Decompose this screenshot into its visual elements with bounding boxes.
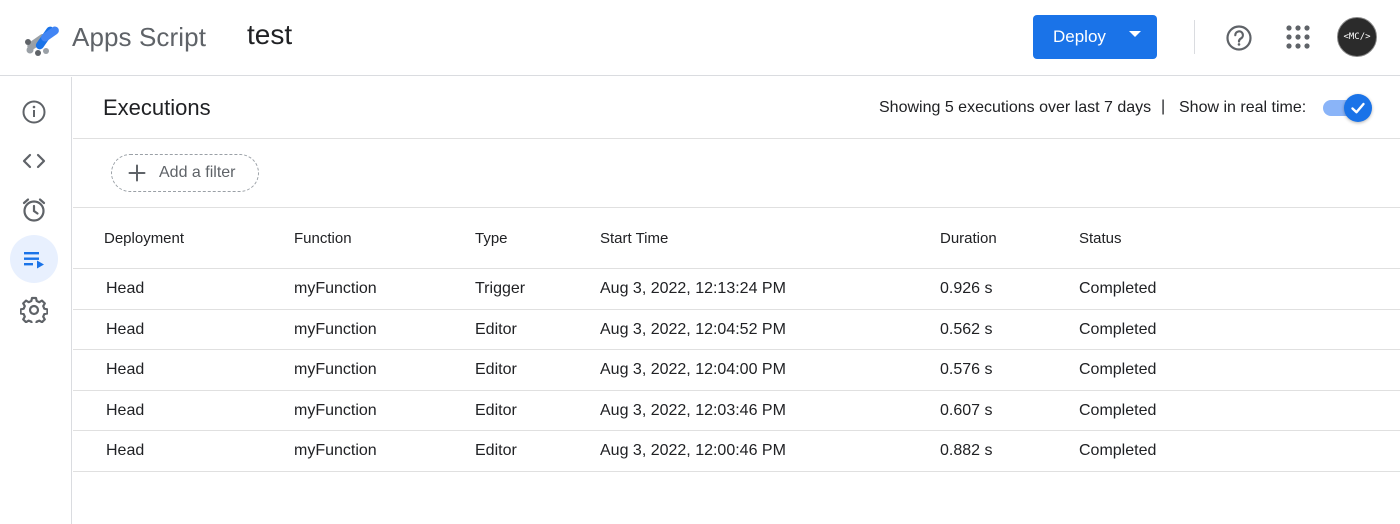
realtime-label: Show in real time:: [1179, 99, 1307, 116]
plus-icon: [128, 164, 146, 182]
table-header: Deployment Function Type Start Time Dura…: [73, 208, 1400, 269]
cell-deployment: Head: [106, 361, 145, 378]
filter-bar: Add a filter: [73, 139, 1400, 208]
table-row[interactable]: Head myFunction Editor Aug 3, 2022, 12:0…: [73, 431, 1400, 472]
cell-start-time: Aug 3, 2022, 12:03:46 PM: [600, 401, 786, 419]
column-header-duration[interactable]: Duration: [940, 230, 997, 247]
toggle-knob: [1344, 94, 1372, 122]
cell-status: Completed: [1079, 442, 1157, 459]
cell-type: Editor: [475, 401, 517, 419]
cell-start-time: Aug 3, 2022, 12:13:24 PM: [600, 280, 786, 297]
rail-item-settings[interactable]: [10, 285, 58, 333]
cell-function: myFunction: [294, 361, 377, 378]
info-icon: [22, 100, 46, 124]
check-icon: [1351, 102, 1365, 114]
left-nav-rail: [0, 77, 72, 524]
rail-item-executions[interactable]: [10, 235, 58, 283]
cell-start-time: Aug 3, 2022, 12:04:52 PM: [600, 320, 786, 338]
deploy-button-label: Deploy: [1053, 27, 1106, 46]
cell-function: myFunction: [294, 401, 377, 419]
chevron-down-icon: [1129, 31, 1141, 37]
executions-table: Deployment Function Type Start Time Dura…: [73, 208, 1400, 472]
cell-status: Completed: [1079, 320, 1157, 338]
code-icon: [22, 153, 46, 169]
project-name[interactable]: test: [247, 19, 292, 51]
app-name: Apps Script: [72, 22, 207, 52]
realtime-toggle[interactable]: [1323, 94, 1373, 122]
cell-type: Editor: [475, 442, 517, 459]
cell-type: Trigger: [475, 280, 526, 297]
cell-function: myFunction: [294, 442, 377, 459]
top-app-bar: Apps Script test Deploy <MC/>: [0, 0, 1400, 76]
cell-status: Completed: [1079, 361, 1157, 378]
column-header-start-time[interactable]: Start Time: [600, 230, 668, 247]
column-header-status[interactable]: Status: [1079, 230, 1122, 247]
cell-status: Completed: [1079, 280, 1157, 297]
column-header-type[interactable]: Type: [475, 230, 508, 247]
add-filter-button[interactable]: Add a filter: [111, 154, 259, 192]
deploy-button[interactable]: Deploy: [1033, 15, 1157, 59]
add-filter-label: Add a filter: [159, 164, 236, 181]
apps-script-logo-icon: [22, 16, 66, 56]
table-row[interactable]: Head myFunction Editor Aug 3, 2022, 12:0…: [73, 391, 1400, 431]
cell-duration: 0.562 s: [940, 320, 993, 338]
cell-deployment: Head: [106, 320, 145, 338]
account-avatar[interactable]: <MC/>: [1337, 17, 1377, 57]
rail-item-overview[interactable]: [10, 88, 58, 136]
cell-start-time: Aug 3, 2022, 12:04:00 PM: [600, 361, 786, 378]
rail-item-triggers[interactable]: [10, 186, 58, 234]
help-icon[interactable]: [1224, 23, 1254, 53]
cell-deployment: Head: [106, 401, 145, 419]
divider: [1194, 20, 1195, 54]
cell-type: Editor: [475, 320, 517, 338]
cell-start-time: Aug 3, 2022, 12:00:46 PM: [600, 442, 786, 459]
page-title: Executions: [103, 95, 211, 120]
executions-panel: Executions Showing 5 executions over las…: [73, 77, 1400, 524]
cell-duration: 0.926 s: [940, 280, 993, 297]
page-header: Executions Showing 5 executions over las…: [73, 77, 1400, 139]
cell-type: Editor: [475, 361, 517, 378]
table-row[interactable]: Head myFunction Editor Aug 3, 2022, 12:0…: [73, 310, 1400, 350]
executions-summary: Showing 5 executions over last 7 days: [879, 99, 1152, 116]
alarm-icon: [22, 198, 46, 222]
executions-icon: [24, 252, 44, 269]
rail-item-editor[interactable]: [10, 137, 58, 185]
column-header-deployment[interactable]: Deployment: [104, 230, 184, 247]
cell-duration: 0.607 s: [940, 401, 993, 419]
cell-deployment: Head: [106, 280, 145, 297]
cell-status: Completed: [1079, 401, 1157, 419]
cell-duration: 0.882 s: [940, 442, 993, 459]
gear-icon: [20, 296, 48, 323]
google-apps-grid-icon[interactable]: [1285, 24, 1311, 50]
summary-separator: |: [1161, 98, 1166, 115]
column-header-function[interactable]: Function: [294, 230, 352, 247]
table-row[interactable]: Head myFunction Trigger Aug 3, 2022, 12:…: [73, 269, 1400, 310]
cell-deployment: Head: [106, 442, 145, 459]
cell-function: myFunction: [294, 320, 377, 338]
cell-function: myFunction: [294, 280, 377, 297]
cell-duration: 0.576 s: [940, 361, 993, 378]
table-row[interactable]: Head myFunction Editor Aug 3, 2022, 12:0…: [73, 350, 1400, 391]
